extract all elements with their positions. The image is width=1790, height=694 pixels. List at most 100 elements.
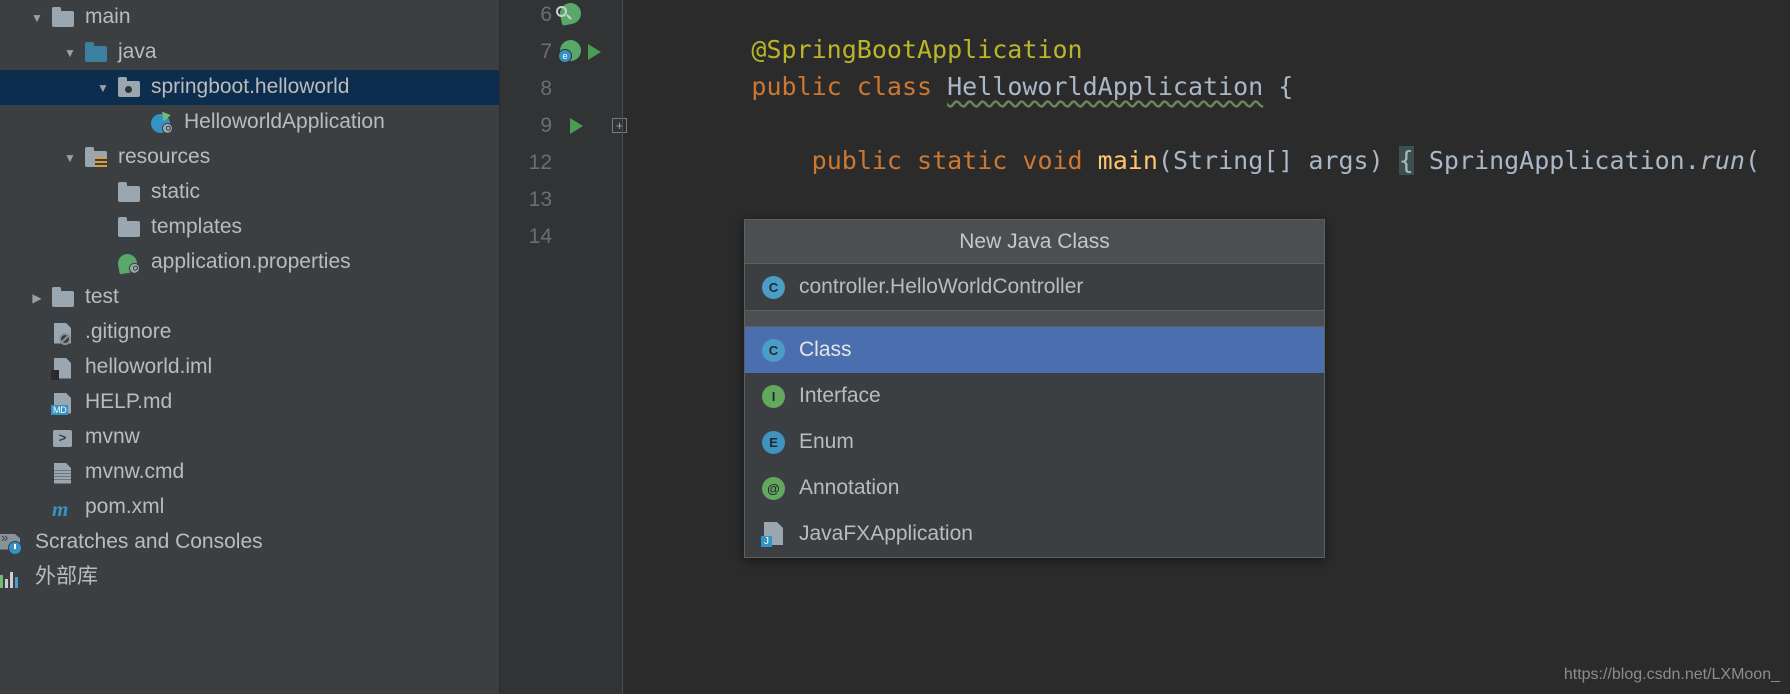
tree-item-java[interactable]: ▼ java — [0, 35, 499, 70]
line-number: 9 — [540, 113, 552, 137]
tree-item-label: helloworld.iml — [85, 355, 213, 378]
chevron-right-icon[interactable]: ▶ — [24, 291, 50, 305]
tree-item-label: mvnw — [85, 425, 140, 448]
folder-icon — [50, 6, 78, 30]
highlighted-brace-token: { — [1398, 146, 1414, 175]
tree-item-application-properties[interactable]: ▼ application.properties — [0, 245, 499, 280]
line-number: 14 — [528, 224, 552, 248]
popup-item-class[interactable]: C Class — [745, 327, 1324, 373]
tree-item-helloworldapplication[interactable]: ▼ HelloworldApplication — [0, 105, 499, 140]
line-number: 13 — [528, 187, 552, 211]
open-paren-token: ( — [1744, 146, 1761, 175]
spring-application-token: SpringApplication. — [1428, 146, 1700, 175]
tree-item-label: HelloworldApplication — [184, 110, 385, 133]
gutter-line-9: 9 + — [500, 107, 627, 144]
tree-item-gitignore[interactable]: ▶ .gitignore — [0, 315, 499, 350]
tree-item-label: .gitignore — [85, 320, 172, 343]
brace-token: { — [1278, 72, 1294, 101]
popup-item-javafxapplication[interactable]: J JavaFXApplication — [745, 511, 1324, 557]
tree-item-label: application.properties — [151, 250, 351, 273]
gutter-line-13: 13 — [500, 181, 623, 218]
gitignore-file-icon — [50, 321, 78, 345]
gutter-icons — [552, 218, 620, 255]
folder-icon — [116, 181, 144, 205]
popup-item-controller-helloworldcontroller[interactable]: C controller.HelloWorldController — [745, 264, 1324, 310]
chevron-down-icon[interactable]: ▼ — [57, 46, 83, 60]
editor-gutter[interactable]: 6 7 e 8 9 + 12 13 14 — [500, 0, 627, 694]
spring-class-run-icon — [149, 109, 177, 135]
gutter-icons[interactable] — [552, 0, 620, 33]
tree-item-static[interactable]: ▼ static — [0, 175, 499, 210]
gutter-line-7: 7 e — [500, 33, 623, 70]
class-icon: C — [759, 336, 793, 364]
tree-item-label: 外部库 — [35, 565, 98, 588]
keyword-void: void — [1022, 146, 1083, 175]
chevron-down-icon[interactable]: ▼ — [57, 151, 83, 165]
tree-item-label: springboot.helloworld — [151, 75, 350, 98]
tree-item-pom-xml[interactable]: ▶ m pom.xml — [0, 490, 499, 525]
tree-item-label: HELP.md — [85, 390, 173, 413]
ide-window: ▼ main ▼ java ▼ springboot.helloworld ▼ … — [0, 0, 1790, 694]
tree-item-external-libraries[interactable]: 外部库 — [0, 560, 499, 595]
keyword-class: class — [856, 72, 933, 101]
gutter-line-6: 6 — [500, 0, 623, 33]
popup-item-label: controller.HelloWorldController — [799, 275, 1084, 298]
gutter-icons[interactable] — [552, 107, 620, 144]
tree-item-label: mvnw.cmd — [85, 460, 185, 483]
spring-properties-icon — [116, 251, 144, 275]
tree-item-test[interactable]: ▶ test — [0, 280, 499, 315]
keyword-static: static — [917, 146, 1008, 175]
run-arrow-icon[interactable] — [570, 118, 583, 134]
method-name-token: main — [1097, 146, 1158, 175]
popup-item-annotation[interactable]: @ Annotation — [745, 465, 1324, 511]
tree-item-resources[interactable]: ▼ resources — [0, 140, 499, 175]
gutter-line-14: 14 — [500, 218, 623, 255]
tree-item-springboot-helloworld[interactable]: ▼ springboot.helloworld — [0, 70, 499, 105]
resources-folder-icon — [83, 146, 111, 170]
iml-file-icon — [50, 356, 78, 380]
popup-item-label: Enum — [799, 430, 854, 453]
gutter-icons — [552, 144, 620, 181]
popup-item-label: JavaFXApplication — [799, 522, 973, 545]
keyword-public: public — [751, 72, 842, 101]
tree-item-templates[interactable]: ▼ templates — [0, 210, 499, 245]
popup-item-interface[interactable]: I Interface — [745, 373, 1324, 419]
code-line-9: public static void main(String[] args) {… — [631, 105, 1760, 175]
gutter-icons[interactable]: e — [552, 33, 620, 70]
tree-item-main[interactable]: ▼ main — [0, 0, 499, 35]
interface-icon: I — [759, 382, 793, 410]
annotation-icon: @ — [759, 474, 793, 502]
popup-item-label: Interface — [799, 384, 881, 407]
tree-item-label: Scratches and Consoles — [35, 530, 263, 553]
popup-item-enum[interactable]: E Enum — [745, 419, 1324, 465]
gutter-icons — [552, 70, 620, 107]
watermark-text: https://blog.csdn.net/LXMoon_ — [1563, 666, 1780, 683]
markdown-file-icon: MD — [50, 391, 78, 415]
tree-item-mvnw-cmd[interactable]: ▶ mvnw.cmd — [0, 455, 499, 490]
spring-config-badge-icon[interactable]: e — [558, 49, 572, 63]
tree-item-label: main — [85, 5, 131, 28]
tree-item-label: java — [118, 40, 157, 63]
line-number: 7 — [540, 39, 552, 63]
tree-item-label: pom.xml — [85, 495, 165, 518]
tree-item-helloworld-iml[interactable]: ▶ helloworld.iml — [0, 350, 499, 385]
scratches-icon — [0, 531, 28, 555]
chevron-down-icon[interactable]: ▼ — [24, 11, 50, 25]
tree-item-help-md[interactable]: ▶ MD HELP.md — [0, 385, 499, 420]
project-tree-panel[interactable]: ▼ main ▼ java ▼ springboot.helloworld ▼ … — [0, 0, 500, 694]
code-editor[interactable]: 6 7 e 8 9 + 12 13 14 @SpringBootApplicat… — [500, 0, 1790, 694]
class-icon: C — [759, 273, 793, 301]
chevron-down-icon[interactable]: ▼ — [90, 81, 116, 95]
tree-item-scratches-and-consoles[interactable]: Scratches and Consoles — [0, 525, 499, 560]
markdown-badge: MD — [51, 404, 69, 415]
tree-item-mvnw[interactable]: ▶ > mvnw — [0, 420, 499, 455]
run-arrow-icon[interactable] — [588, 44, 601, 60]
popup-separator — [745, 310, 1324, 327]
tree-item-label: static — [151, 180, 201, 203]
new-java-class-popup[interactable]: New Java Class C controller.HelloWorldCo… — [744, 219, 1325, 558]
magnifier-icon[interactable] — [556, 6, 567, 17]
gutter-line-12: 12 — [500, 144, 623, 181]
popup-title: New Java Class — [745, 220, 1324, 264]
maven-file-icon: m — [52, 496, 69, 521]
run-method-token: run — [1699, 146, 1745, 175]
